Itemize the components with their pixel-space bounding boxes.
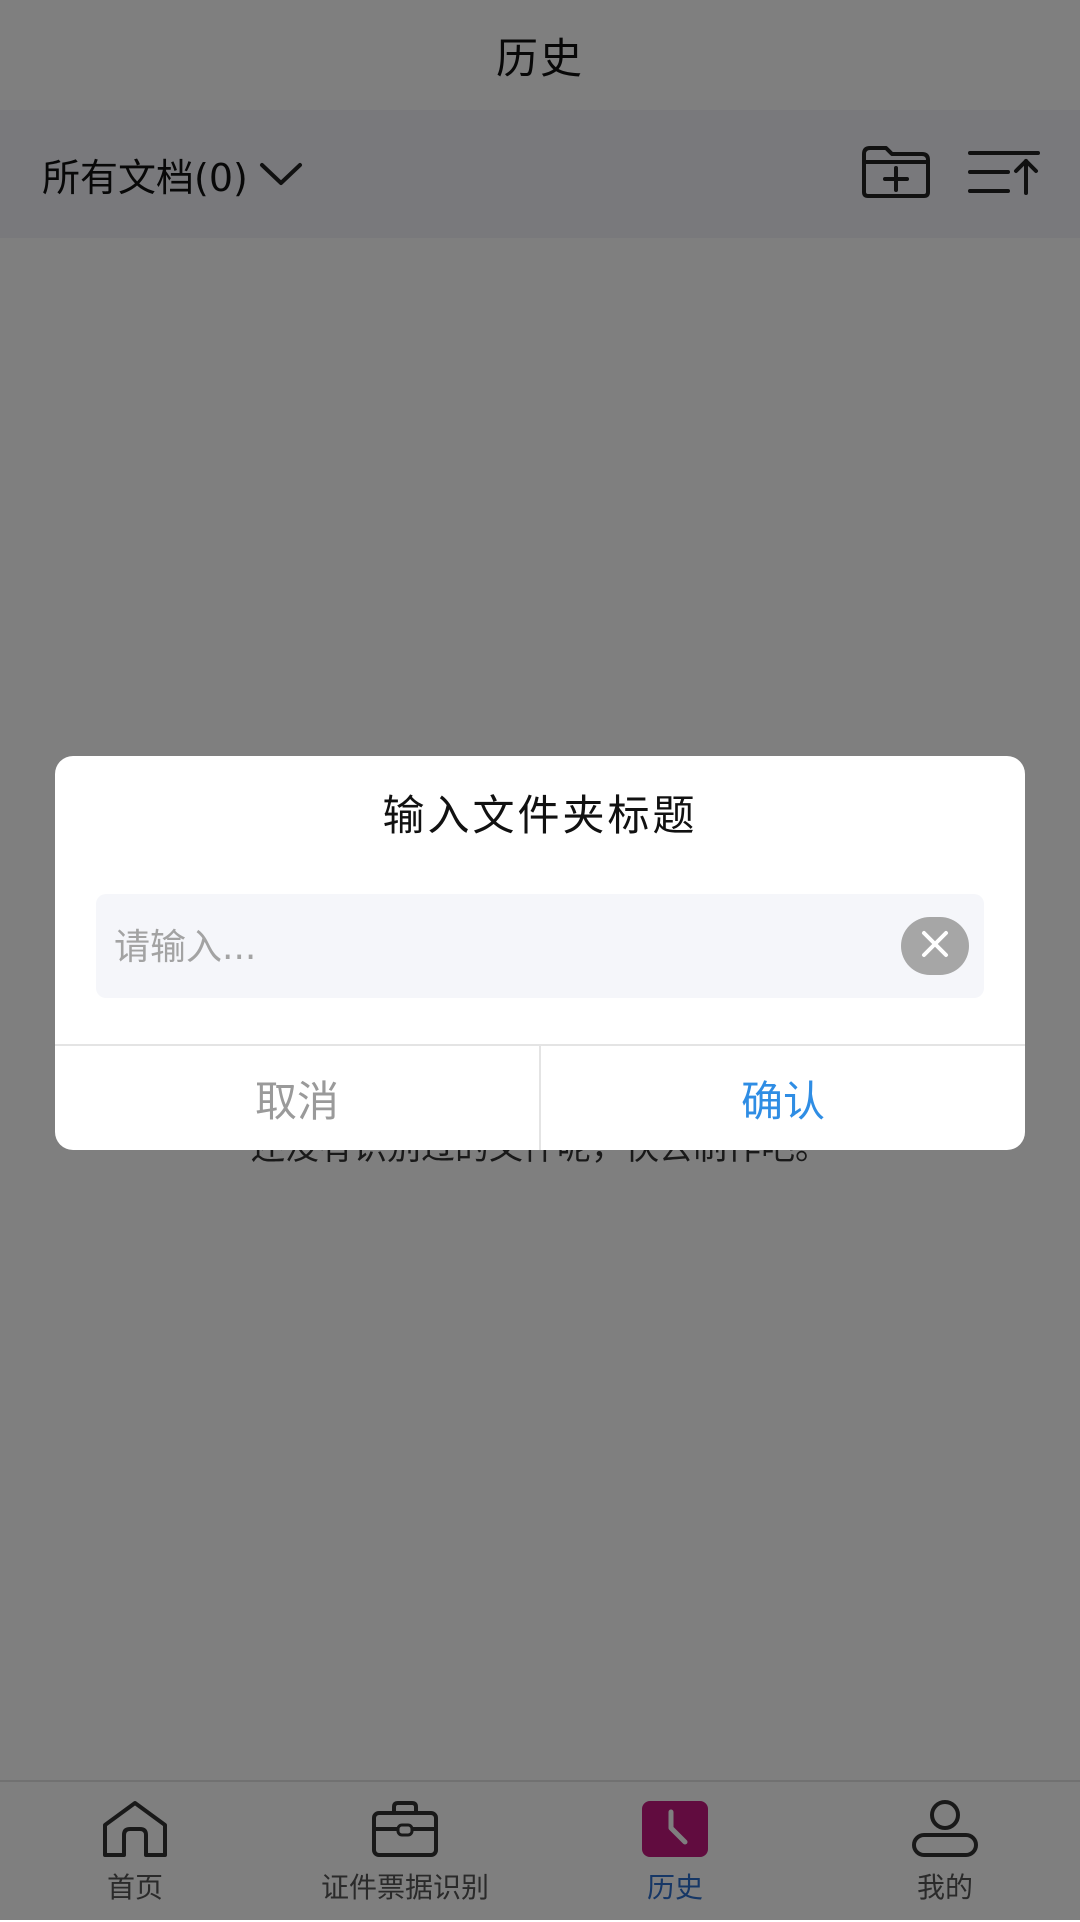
new-folder-dialog: 输入文件夹标题 取消 确认 — [55, 756, 1025, 1150]
clear-input-button[interactable] — [901, 917, 969, 975]
cancel-button[interactable]: 取消 — [55, 1046, 539, 1150]
folder-title-input[interactable] — [112, 894, 896, 1000]
confirm-button[interactable]: 确认 — [541, 1046, 1025, 1150]
folder-title-input-wrapper — [96, 894, 984, 1000]
dialog-title: 输入文件夹标题 — [382, 791, 698, 840]
close-icon — [920, 929, 950, 963]
